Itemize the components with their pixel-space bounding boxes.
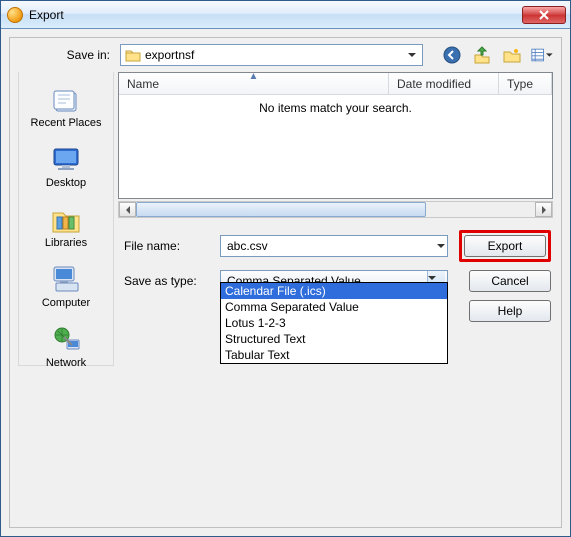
filename-value: abc.csv bbox=[227, 239, 437, 253]
filename-drop-icon[interactable] bbox=[437, 239, 445, 253]
close-icon bbox=[539, 10, 549, 20]
place-network[interactable]: Network bbox=[21, 318, 111, 376]
export-dialog: Export Save in: exportnsf bbox=[0, 0, 571, 537]
desktop-icon bbox=[50, 143, 82, 175]
savetype-option[interactable]: Comma Separated Value bbox=[221, 299, 447, 315]
list-header: Name ▲ Date modified Type bbox=[119, 73, 552, 95]
export-button-label: Export bbox=[488, 239, 523, 253]
app-icon bbox=[7, 7, 23, 23]
savetype-option[interactable]: Lotus 1-2-3 bbox=[221, 315, 447, 331]
export-highlight: Export bbox=[459, 230, 551, 262]
up-one-level-button[interactable] bbox=[471, 44, 493, 66]
computer-icon bbox=[50, 263, 82, 295]
save-in-combo[interactable]: exportnsf bbox=[120, 44, 423, 66]
column-type-label: Type bbox=[507, 77, 533, 91]
network-icon bbox=[50, 323, 82, 355]
main-area: Recent Places Desktop bbox=[18, 72, 553, 366]
help-button[interactable]: Help bbox=[469, 300, 551, 322]
savetype-label: Save as type: bbox=[118, 274, 220, 288]
column-name-label: Name bbox=[127, 77, 159, 91]
folder-icon bbox=[125, 47, 141, 63]
file-list[interactable]: Name ▲ Date modified Type No items match… bbox=[118, 72, 553, 199]
place-computer[interactable]: Computer bbox=[21, 258, 111, 316]
view-menu-button[interactable] bbox=[531, 44, 553, 66]
cancel-button-label: Cancel bbox=[491, 274, 528, 288]
place-desktop[interactable]: Desktop bbox=[21, 138, 111, 196]
filename-label: File name: bbox=[118, 239, 220, 253]
column-name[interactable]: Name ▲ bbox=[119, 73, 389, 94]
place-label: Computer bbox=[42, 297, 90, 309]
place-label: Desktop bbox=[46, 177, 86, 189]
save-in-drop-icon[interactable] bbox=[404, 47, 420, 63]
file-list-panel: Name ▲ Date modified Type No items match… bbox=[118, 72, 553, 322]
place-label: Recent Places bbox=[31, 117, 102, 129]
filename-row: File name: abc.csv bbox=[118, 230, 553, 262]
dialog-body: Save in: exportnsf bbox=[9, 37, 562, 528]
horizontal-scrollbar[interactable] bbox=[118, 201, 553, 218]
save-in-row: Save in: exportnsf bbox=[18, 44, 553, 66]
scroll-right-button[interactable] bbox=[535, 202, 552, 217]
recent-places-icon bbox=[50, 83, 82, 115]
savetype-option[interactable]: Tabular Text bbox=[221, 347, 447, 363]
place-libraries[interactable]: Libraries bbox=[21, 198, 111, 256]
libraries-icon bbox=[50, 203, 82, 235]
save-in-label: Save in: bbox=[18, 48, 114, 62]
back-button[interactable] bbox=[441, 44, 463, 66]
filename-input[interactable]: abc.csv bbox=[220, 235, 448, 257]
title-bar: Export bbox=[1, 1, 570, 29]
column-type[interactable]: Type bbox=[499, 73, 552, 94]
savetype-option[interactable]: Structured Text bbox=[221, 331, 447, 347]
place-label: Libraries bbox=[45, 237, 87, 249]
places-bar: Recent Places Desktop bbox=[18, 72, 114, 366]
cancel-button[interactable]: Cancel bbox=[469, 270, 551, 292]
save-in-value: exportnsf bbox=[145, 48, 404, 62]
export-button[interactable]: Export bbox=[464, 235, 546, 257]
savetype-option[interactable]: Calendar File (.ics) bbox=[221, 283, 447, 299]
empty-message: No items match your search. bbox=[259, 101, 412, 198]
column-date-label: Date modified bbox=[397, 77, 471, 91]
scroll-thumb[interactable] bbox=[136, 202, 426, 217]
bottom-controls: File name: abc.csv bbox=[118, 230, 553, 322]
place-label: Network bbox=[46, 357, 86, 369]
savetype-dropdown-list[interactable]: Calendar File (.ics) Comma Separated Val… bbox=[220, 282, 448, 364]
column-date[interactable]: Date modified bbox=[389, 73, 499, 94]
list-body: No items match your search. bbox=[119, 95, 552, 198]
new-folder-button[interactable] bbox=[501, 44, 523, 66]
close-button[interactable] bbox=[522, 6, 566, 24]
help-button-label: Help bbox=[498, 304, 523, 318]
nav-toolbar bbox=[441, 44, 553, 66]
sort-ascending-icon: ▲ bbox=[249, 72, 259, 82]
place-recent[interactable]: Recent Places bbox=[21, 78, 111, 136]
window-title: Export bbox=[29, 8, 522, 22]
scroll-left-button[interactable] bbox=[119, 202, 136, 217]
